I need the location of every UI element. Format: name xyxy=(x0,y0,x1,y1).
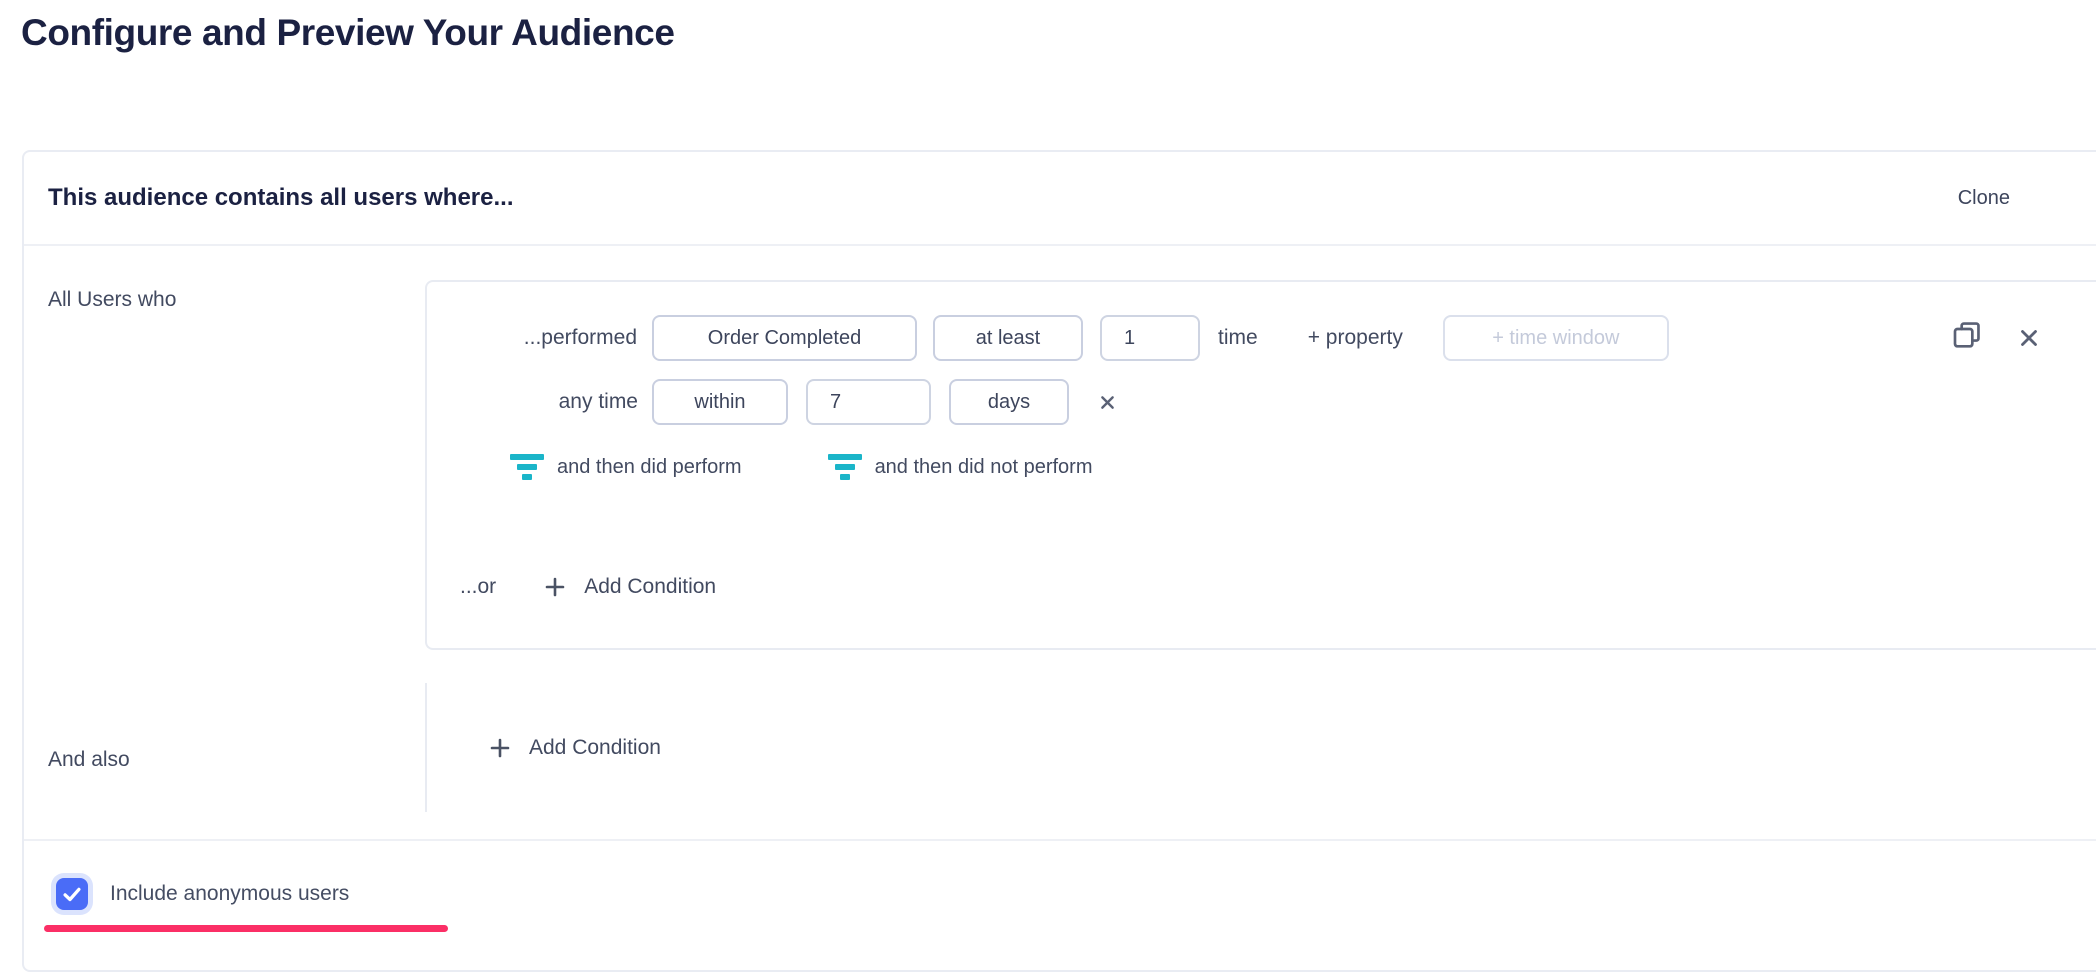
all-users-label: All Users who xyxy=(24,246,425,650)
window-number-input[interactable] xyxy=(806,379,931,425)
footer-divider xyxy=(24,839,2096,841)
audience-card: This audience contains all users where..… xyxy=(22,150,2096,972)
sequence-links-row: and then did perform and then did not pe… xyxy=(427,451,2096,483)
card-header: This audience contains all users where..… xyxy=(24,152,2096,246)
anytime-prefix-label: any time xyxy=(427,390,638,414)
remove-condition-icon[interactable] xyxy=(2017,326,2041,350)
or-prefix-label: ...or xyxy=(460,575,496,599)
window-unit-select[interactable]: days xyxy=(949,379,1069,425)
and-also-section: And also Add Condition xyxy=(24,650,2096,812)
time-window-button[interactable]: + time window xyxy=(1443,315,1669,361)
operator-select[interactable]: at least xyxy=(933,315,1083,361)
performed-condition-row: ...performed Order Completed at least ti… xyxy=(427,315,2096,361)
audience-builder-page: { "page_title": "Configure and Preview Y… xyxy=(0,0,2096,948)
and-also-label: And also xyxy=(24,650,425,772)
anonymous-users-row: Include anonymous users xyxy=(24,878,2096,910)
event-select[interactable]: Order Completed xyxy=(652,315,917,361)
funnel-icon[interactable] xyxy=(510,454,544,480)
remove-time-window-icon[interactable] xyxy=(1098,393,1117,412)
and-also-rule-column: Add Condition xyxy=(425,683,2096,812)
within-select[interactable]: within xyxy=(652,379,788,425)
add-condition-button[interactable]: Add Condition xyxy=(584,575,716,599)
include-anonymous-checkbox[interactable] xyxy=(56,878,88,910)
time-window-row: any time within days xyxy=(427,379,2096,425)
include-anonymous-label: Include anonymous users xyxy=(110,882,349,906)
plus-icon xyxy=(488,736,512,760)
time-suffix-label: time xyxy=(1218,326,1258,350)
count-input[interactable] xyxy=(1100,315,1200,361)
and-then-did-not-perform-link[interactable]: and then did not perform xyxy=(875,456,1093,479)
checkmark-icon xyxy=(61,883,83,905)
card-header-title: This audience contains all users where..… xyxy=(48,184,514,212)
all-users-section: All Users who ...performed Order Complet… xyxy=(24,246,2096,650)
plus-icon xyxy=(543,575,567,599)
annotation-underline xyxy=(44,925,448,932)
duplicate-condition-icon[interactable] xyxy=(1951,319,1983,351)
and-then-did-perform-link[interactable]: and then did perform xyxy=(557,456,742,479)
clone-button[interactable]: Clone xyxy=(1958,187,2010,210)
funnel-icon[interactable] xyxy=(828,454,862,480)
add-condition-button-2[interactable]: Add Condition xyxy=(529,736,661,760)
performed-prefix-label: ...performed xyxy=(427,326,637,350)
add-property-button[interactable]: + property xyxy=(1308,326,1403,350)
condition-group-panel: ...performed Order Completed at least ti… xyxy=(425,280,2096,650)
or-add-condition-row: ...or Add Condition xyxy=(427,573,2096,601)
page-title: Configure and Preview Your Audience xyxy=(21,12,675,54)
